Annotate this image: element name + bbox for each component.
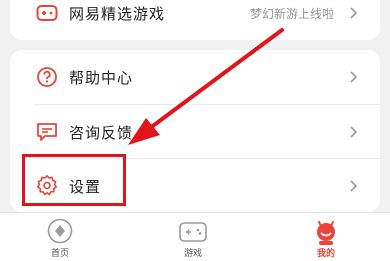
tab-games[interactable]: 游戏 [153, 213, 233, 261]
games-card: 网易精选游戏 梦幻新游上线啦 [10, 0, 380, 40]
home-icon [47, 218, 73, 244]
bottom-tab-bar: 首页 游戏 我的 [0, 212, 390, 261]
profile-icon [317, 221, 335, 245]
menu-row-label: 帮助中心 [69, 69, 134, 87]
tab-label: 我的 [316, 249, 335, 259]
chat-bubble-icon [37, 123, 57, 141]
menu-row-help[interactable]: 帮助中心 [10, 50, 380, 104]
chevron-right-icon [350, 126, 358, 138]
tab-label: 游戏 [183, 249, 202, 259]
chevron-right-icon [350, 7, 358, 19]
gamepad-icon [36, 5, 58, 21]
tab-home[interactable]: 首页 [20, 213, 100, 261]
menu-row-label: 咨询反馈 [69, 124, 134, 142]
menu-row-games[interactable]: 网易精选游戏 梦幻新游上线啦 [10, 0, 380, 40]
tab-label: 首页 [50, 249, 69, 259]
chevron-right-icon [350, 180, 358, 192]
chevron-right-icon [350, 71, 358, 83]
tab-profile[interactable]: 我的 [286, 213, 366, 261]
menu-row-label: 网易精选游戏 [69, 5, 166, 23]
help-icon [37, 67, 57, 87]
annotation-highlight-box [22, 154, 126, 206]
gamepad-icon [179, 222, 207, 242]
menu-row-subtitle: 梦幻新游上线啦 [249, 7, 334, 21]
menu-row-feedback[interactable]: 咨询反馈 [10, 105, 380, 159]
